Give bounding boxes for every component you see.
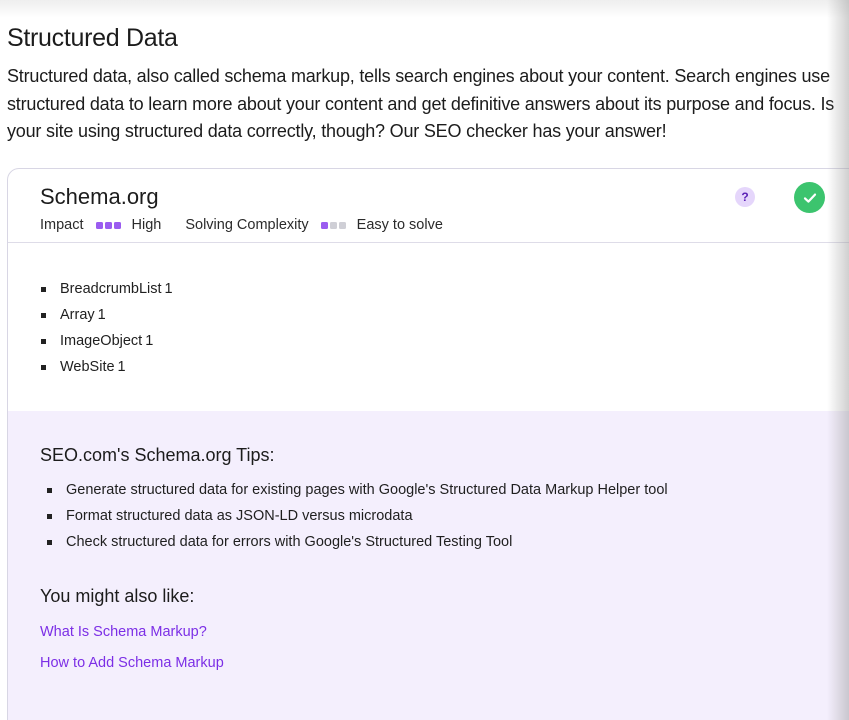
card-title: Schema.org — [40, 184, 159, 209]
schema-type: BreadcrumbList — [60, 281, 162, 297]
tips-panel: SEO.com's Schema.org Tips: Generate stru… — [8, 411, 849, 720]
impact-meter — [95, 221, 121, 229]
section-intro: Structured data, also called schema mark… — [7, 66, 835, 141]
schema-card: Schema.org Impact High Solving Complexit… — [7, 168, 849, 720]
list-item: BreadcrumbList 1 — [41, 276, 173, 302]
list-item: WebSite 1 — [41, 354, 173, 380]
schema-findings-list: BreadcrumbList 1 Array 1 ImageObject 1 WebS… — [41, 276, 173, 380]
bullet-icon — [41, 286, 46, 292]
tip-text: Check structured data for errors with Go… — [66, 534, 513, 550]
complexity-meter — [320, 221, 346, 229]
complexity-dot — [329, 221, 337, 229]
tip-text: Format structured data as JSON-LD versus… — [66, 508, 413, 524]
top-shadow — [0, 0, 849, 18]
list-item: Array 1 — [41, 302, 173, 328]
complexity-label: Solving Complexity — [185, 217, 309, 233]
impact-label: Impact — [40, 217, 84, 233]
tips-list: Generate structured data for existing pa… — [47, 477, 668, 555]
complexity-dot — [320, 221, 328, 229]
card-meta: Impact High Solving Complexity Easy to s… — [40, 217, 467, 233]
check-circle-icon — [794, 182, 825, 213]
help-icon[interactable]: ? — [735, 187, 755, 207]
tip-item: Format structured data as JSON-LD versus… — [47, 503, 668, 529]
schema-count: 1 — [164, 281, 173, 297]
complexity-dot — [338, 221, 346, 229]
impact-dot — [104, 221, 112, 229]
tip-item: Check structured data for errors with Go… — [47, 529, 668, 555]
bullet-icon — [41, 364, 46, 370]
tip-text: Generate structured data for existing pa… — [66, 482, 668, 498]
impact-dot — [113, 221, 121, 229]
card-header: Schema.org Impact High Solving Complexit… — [8, 169, 849, 243]
bullet-icon — [47, 487, 52, 493]
schema-type: Array — [60, 307, 95, 323]
tip-item: Generate structured data for existing pa… — [47, 477, 668, 503]
impact-dot — [95, 221, 103, 229]
bullet-icon — [47, 513, 52, 519]
list-item: ImageObject 1 — [41, 328, 173, 354]
schema-count: 1 — [145, 333, 154, 349]
section-title: Structured Data — [7, 24, 178, 52]
bullet-icon — [41, 312, 46, 318]
schema-type: WebSite — [60, 359, 115, 375]
page: Structured Data Structured data, also ca… — [0, 0, 849, 720]
bullet-icon — [41, 338, 46, 344]
schema-count: 1 — [97, 307, 106, 323]
schema-type: ImageObject — [60, 333, 143, 349]
complexity-value: Easy to solve — [356, 217, 443, 233]
bullet-icon — [47, 539, 52, 545]
schema-count: 1 — [117, 359, 126, 375]
tips-heading: SEO.com's Schema.org Tips: — [40, 445, 275, 465]
checkmark-icon — [803, 193, 816, 203]
impact-value: High — [131, 217, 162, 233]
related-link-how-to-add-schema[interactable]: How to Add Schema Markup — [40, 655, 224, 671]
related-link-what-is-schema[interactable]: What Is Schema Markup? — [40, 624, 207, 640]
related-heading: You might also like: — [40, 586, 195, 606]
